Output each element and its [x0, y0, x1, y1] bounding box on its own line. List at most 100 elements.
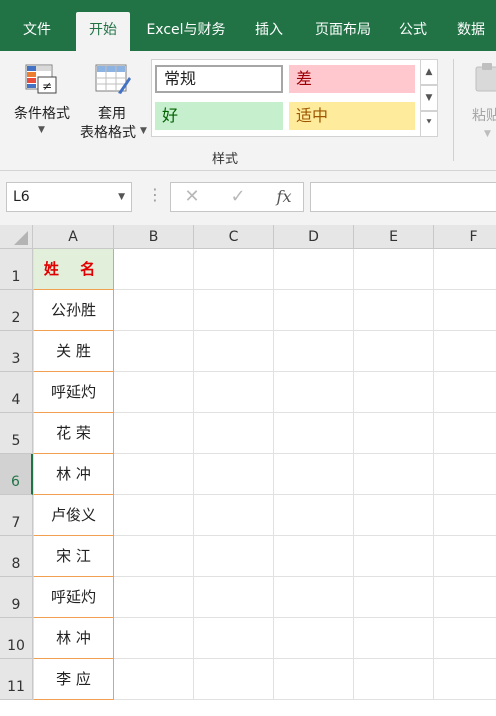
- row-header-7[interactable]: 7: [0, 495, 33, 536]
- cell-c2[interactable]: [194, 290, 274, 331]
- cell-e4[interactable]: [354, 372, 434, 413]
- cell-c3[interactable]: [194, 331, 274, 372]
- tab-file[interactable]: 文件: [8, 12, 66, 51]
- cell-c8[interactable]: [194, 536, 274, 577]
- name-cell[interactable]: 李 应: [33, 659, 114, 700]
- style-good[interactable]: 好: [155, 102, 283, 130]
- tab-formulas[interactable]: 公式: [388, 12, 438, 51]
- cell-c10[interactable]: [194, 618, 274, 659]
- cell-e10[interactable]: [354, 618, 434, 659]
- cell-d10[interactable]: [274, 618, 354, 659]
- column-header-c[interactable]: C: [194, 225, 274, 249]
- cell-b11[interactable]: [114, 659, 194, 700]
- tab-data[interactable]: 数据: [446, 12, 496, 51]
- cell-d7[interactable]: [274, 495, 354, 536]
- row-header-1[interactable]: 1: [0, 249, 33, 290]
- cell-b1[interactable]: [114, 249, 194, 290]
- cell-f2[interactable]: [434, 290, 496, 331]
- name-cell[interactable]: 公孙胜: [33, 290, 114, 331]
- tab-page-layout[interactable]: 页面布局: [302, 12, 384, 51]
- row-header-6[interactable]: 6: [0, 454, 33, 495]
- column-header-e[interactable]: E: [354, 225, 434, 249]
- column-header-d[interactable]: D: [274, 225, 354, 249]
- gallery-expand-button[interactable]: ⯆: [420, 111, 438, 137]
- cell-f7[interactable]: [434, 495, 496, 536]
- row-header-9[interactable]: 9: [0, 577, 33, 618]
- style-neutral[interactable]: 适中: [289, 102, 415, 130]
- cell-b2[interactable]: [114, 290, 194, 331]
- cell-f6[interactable]: [434, 454, 496, 495]
- cell-b6[interactable]: [114, 454, 194, 495]
- name-cell[interactable]: 花 荣: [33, 413, 114, 454]
- cell-d2[interactable]: [274, 290, 354, 331]
- gallery-scroll-up-button[interactable]: ▲: [420, 59, 438, 85]
- cell-d8[interactable]: [274, 536, 354, 577]
- name-cell[interactable]: 关 胜: [33, 331, 114, 372]
- cell-b7[interactable]: [114, 495, 194, 536]
- chevron-down-icon[interactable]: ▼: [118, 183, 125, 211]
- cell-c1[interactable]: [194, 249, 274, 290]
- formula-input[interactable]: [310, 182, 496, 212]
- row-header-3[interactable]: 3: [0, 331, 33, 372]
- cell-f9[interactable]: [434, 577, 496, 618]
- cancel-icon[interactable]: ✕: [177, 183, 207, 211]
- cell-f11[interactable]: [434, 659, 496, 700]
- cell-d9[interactable]: [274, 577, 354, 618]
- name-cell[interactable]: 呼延灼: [33, 577, 114, 618]
- cell-c9[interactable]: [194, 577, 274, 618]
- cell-c4[interactable]: [194, 372, 274, 413]
- formula-bar-grip-icon[interactable]: ⋮: [147, 187, 163, 203]
- name-cell[interactable]: 呼延灼: [33, 372, 114, 413]
- cell-c11[interactable]: [194, 659, 274, 700]
- cell-c7[interactable]: [194, 495, 274, 536]
- cell-b9[interactable]: [114, 577, 194, 618]
- row-header-5[interactable]: 5: [0, 413, 33, 454]
- cell-e5[interactable]: [354, 413, 434, 454]
- row-header-10[interactable]: 10: [0, 618, 33, 659]
- header-cell[interactable]: 姓 名: [33, 249, 114, 290]
- cell-e8[interactable]: [354, 536, 434, 577]
- conditional-format-button[interactable]: ≠ 条件格式 ▼: [8, 59, 76, 141]
- cell-e7[interactable]: [354, 495, 434, 536]
- cell-e11[interactable]: [354, 659, 434, 700]
- cell-d3[interactable]: [274, 331, 354, 372]
- name-cell[interactable]: 林 冲: [33, 454, 114, 495]
- insert-function-icon[interactable]: fx: [269, 183, 299, 211]
- format-as-table-button[interactable]: 套用 表格格式 ▼: [76, 59, 148, 141]
- column-header-b[interactable]: B: [114, 225, 194, 249]
- row-header-11[interactable]: 11: [0, 659, 33, 700]
- style-bad[interactable]: 差: [289, 65, 415, 93]
- tab-home[interactable]: 开始: [76, 12, 130, 51]
- tab-insert[interactable]: 插入: [240, 12, 298, 51]
- cell-e2[interactable]: [354, 290, 434, 331]
- cell-d4[interactable]: [274, 372, 354, 413]
- cell-b4[interactable]: [114, 372, 194, 413]
- name-cell[interactable]: 宋 江: [33, 536, 114, 577]
- cell-e6[interactable]: [354, 454, 434, 495]
- cell-d1[interactable]: [274, 249, 354, 290]
- column-header-a[interactable]: A: [33, 225, 114, 249]
- column-header-f[interactable]: F: [434, 225, 496, 249]
- name-cell[interactable]: 卢俊义: [33, 495, 114, 536]
- tab-excel-finance[interactable]: Excel与财务: [136, 12, 236, 51]
- gallery-scroll-down-button[interactable]: ▼: [420, 85, 438, 111]
- cell-c6[interactable]: [194, 454, 274, 495]
- cell-f5[interactable]: [434, 413, 496, 454]
- cell-d6[interactable]: [274, 454, 354, 495]
- row-header-4[interactable]: 4: [0, 372, 33, 413]
- cell-f3[interactable]: [434, 331, 496, 372]
- name-box[interactable]: L6 ▼: [6, 182, 132, 212]
- row-header-2[interactable]: 2: [0, 290, 33, 331]
- cell-f8[interactable]: [434, 536, 496, 577]
- cell-e9[interactable]: [354, 577, 434, 618]
- style-normal[interactable]: 常规: [155, 65, 283, 93]
- cell-d11[interactable]: [274, 659, 354, 700]
- cell-c5[interactable]: [194, 413, 274, 454]
- cell-b5[interactable]: [114, 413, 194, 454]
- paste-button[interactable]: 粘贴 ▼: [466, 59, 496, 159]
- confirm-icon[interactable]: ✓: [223, 183, 253, 211]
- cell-b10[interactable]: [114, 618, 194, 659]
- row-header-8[interactable]: 8: [0, 536, 33, 577]
- cell-e1[interactable]: [354, 249, 434, 290]
- cell-f4[interactable]: [434, 372, 496, 413]
